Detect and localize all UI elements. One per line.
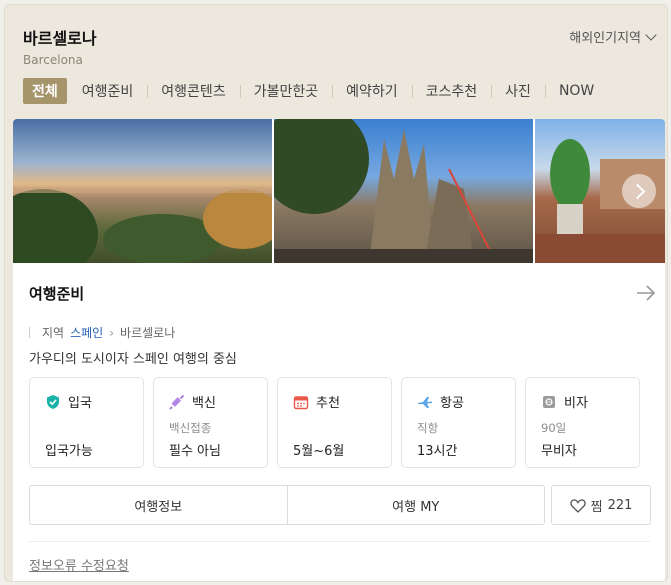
region-dropdown[interactable]: 해외인기지역 — [569, 27, 657, 46]
info-card-sub: 백신접종 — [169, 421, 212, 435]
info-card-sub: 직항 — [417, 421, 439, 435]
breadcrumb-divider — [29, 327, 30, 338]
info-card-recommend[interactable]: 추천 5월~6월 — [277, 377, 392, 468]
info-card-vaccine[interactable]: 백신 백신접종 필수 아님 — [153, 377, 268, 468]
info-card-value: 무비자 — [541, 444, 577, 459]
region-dropdown-label: 해외인기지역 — [569, 31, 641, 46]
breadcrumb-city: 바르셀로나 — [120, 326, 176, 340]
tab-now[interactable]: NOW — [544, 78, 608, 104]
like-label: 찜 — [590, 499, 603, 515]
tab-booking[interactable]: 예약하기 — [332, 78, 412, 104]
tab-travel-prep[interactable]: 여행준비 — [68, 78, 148, 104]
tab-travel-contents[interactable]: 여행콘텐츠 — [147, 78, 239, 104]
info-card-label: 입국 — [68, 396, 92, 411]
chevron-right-icon: › — [109, 325, 115, 340]
info-card-label: 항공 — [440, 396, 464, 411]
photo-gaudi-rooftop[interactable] — [535, 119, 665, 263]
info-card-value: 13시간 — [417, 444, 458, 459]
info-card-flight[interactable]: 항공 직항 13시간 — [401, 377, 516, 468]
city-info-card: 바르셀로나 Barcelona 해외인기지역 전체 여행준비 여행콘텐츠 가볼만… — [4, 4, 668, 582]
action-row: 여행정보 여행 MY 찜 221 — [29, 485, 651, 525]
main-panel: 여행준비 지역 스페인 › 바르셀로나 가우디의 도시이자 스페인 여행의 중심… — [13, 119, 665, 581]
info-cards: 입국 입국가능 백신 백신접종 필수 아님 추천 5월~6월 항공 직항 13시… — [29, 377, 640, 468]
shield-check-icon — [45, 394, 61, 410]
info-card-sub: 90일 — [541, 421, 567, 435]
info-card-value: 필수 아님 — [169, 444, 221, 459]
calendar-icon — [293, 394, 309, 410]
photo-park-view[interactable] — [13, 119, 272, 263]
tab-course[interactable]: 코스추천 — [411, 78, 492, 104]
breadcrumb: 지역 스페인 › 바르셀로나 — [29, 324, 175, 341]
section-title: 여행준비 — [29, 285, 85, 303]
airplane-icon — [417, 394, 433, 410]
info-card-value: 입국가능 — [45, 444, 93, 459]
like-count: 221 — [607, 497, 633, 513]
info-card-label: 비자 — [564, 396, 588, 411]
chevron-right-icon — [629, 183, 645, 199]
chevron-down-icon — [645, 28, 657, 41]
photo-carousel — [13, 119, 665, 263]
city-subtitle: Barcelona — [23, 53, 83, 67]
action-group: 여행정보 여행 MY — [29, 485, 545, 525]
passport-icon — [541, 394, 557, 410]
travel-my-button[interactable]: 여행 MY — [286, 486, 545, 524]
info-card-label: 백신 — [192, 396, 216, 411]
travel-info-button[interactable]: 여행정보 — [30, 486, 287, 524]
divider — [29, 541, 650, 542]
breadcrumb-region: 지역 — [42, 326, 65, 340]
tab-photos[interactable]: 사진 — [491, 78, 545, 104]
like-button[interactable]: 찜 221 — [551, 485, 651, 525]
tab-bar: 전체 여행준비 여행콘텐츠 가볼만한곳 예약하기 코스추천 사진 NOW — [23, 78, 608, 104]
info-card-visa[interactable]: 비자 90일 무비자 — [525, 377, 640, 468]
info-card-label: 추천 — [316, 396, 340, 411]
info-card-entry[interactable]: 입국 입국가능 — [29, 377, 144, 468]
carousel-next-button[interactable] — [622, 174, 656, 208]
info-card-value: 5월~6월 — [293, 444, 345, 459]
report-error-link[interactable]: 정보오류 수정요청 — [29, 555, 129, 574]
tab-attractions[interactable]: 가볼만한곳 — [239, 78, 332, 104]
arrow-right-icon[interactable] — [635, 282, 657, 304]
tab-all[interactable]: 전체 — [23, 78, 67, 104]
city-description: 가우디의 도시이자 스페인 여행의 중심 — [29, 352, 237, 367]
heart-icon — [569, 498, 586, 513]
syringe-icon — [169, 394, 185, 410]
photo-sagrada-familia[interactable] — [274, 119, 533, 263]
breadcrumb-country-link[interactable]: 스페인 — [70, 324, 103, 341]
city-title: 바르셀로나 — [23, 29, 97, 48]
